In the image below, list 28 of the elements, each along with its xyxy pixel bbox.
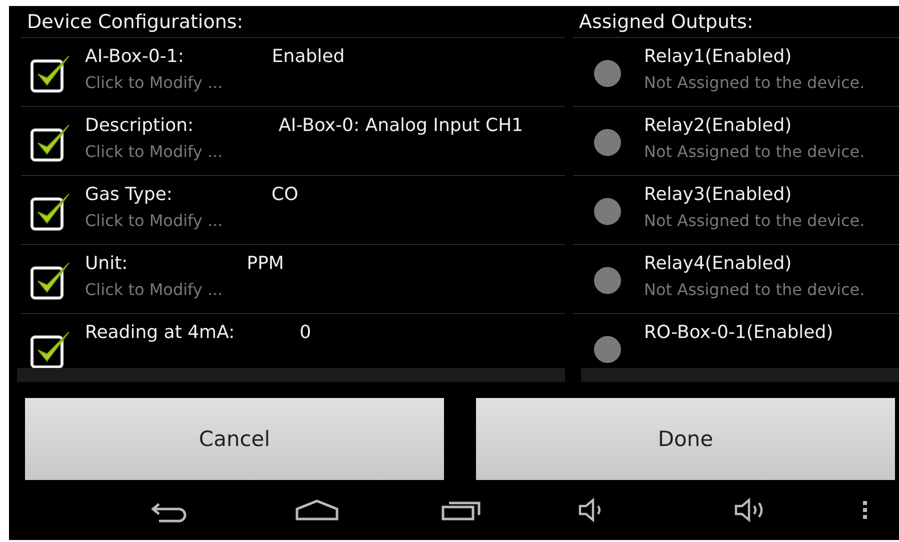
setting-label: Description: [85, 115, 194, 136]
output-name[interactable]: RO-Box-0-1(Enabled) [644, 322, 834, 343]
setting-label: Unit: [85, 253, 128, 274]
modify-hint[interactable]: Click to Modify ... [85, 142, 524, 161]
output-status: Not Assigned to the device. [644, 73, 865, 92]
setting-value: PPM [246, 253, 284, 274]
panel-title: Device Configurations: [26, 10, 244, 34]
cancel-button[interactable]: Cancel [25, 398, 444, 480]
modify-hint[interactable]: Click to Modify ... [85, 73, 345, 92]
panel-title: Assigned Outputs: [578, 10, 754, 34]
output-status: Not Assigned to the device. [644, 211, 865, 230]
setting-label: Gas Type: [85, 184, 172, 205]
output-status: Not Assigned to the device. [644, 280, 865, 299]
home-icon[interactable] [295, 497, 339, 523]
setting-label: Reading at 4mA: [85, 322, 235, 343]
setting-value: AI-Box-0: Analog Input CH1 [278, 115, 524, 136]
setting-value: 0 [300, 322, 312, 343]
modify-hint[interactable]: Click to Modify ... [85, 211, 298, 230]
output-status: Not Assigned to the device. [644, 142, 865, 161]
setting-label: AI-Box-0-1: [85, 46, 184, 67]
done-button[interactable]: Done [476, 398, 895, 480]
output-name[interactable]: Relay3(Enabled) [644, 184, 865, 205]
output-name[interactable]: Relay2(Enabled) [644, 115, 865, 136]
setting-value: Enabled [272, 46, 345, 67]
setting-value: CO [272, 184, 298, 205]
output-name[interactable]: Relay4(Enabled) [644, 253, 865, 274]
output-name[interactable]: Relay1(Enabled) [644, 46, 865, 67]
modify-hint[interactable]: Click to Modify ... [85, 280, 284, 299]
